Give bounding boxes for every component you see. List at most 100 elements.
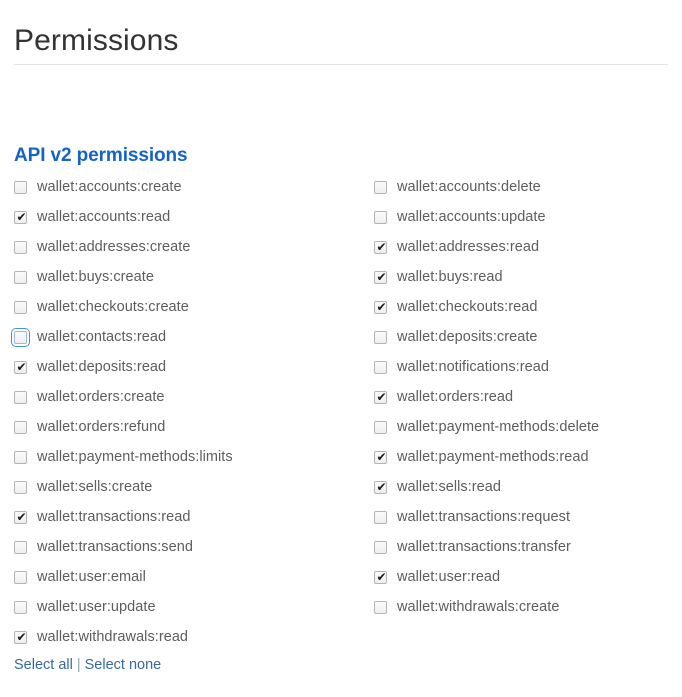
permission-label[interactable]: wallet:deposits:create xyxy=(397,328,538,346)
permission-checkbox[interactable]: ✔ xyxy=(374,240,387,254)
permission-row[interactable]: ✔ wallet:sells:create xyxy=(14,472,364,502)
permission-row[interactable]: ✔ wallet:transactions:transfer xyxy=(374,532,674,562)
permission-row[interactable]: ✔ wallet:buys:read xyxy=(374,262,674,292)
permission-label[interactable]: wallet:checkouts:read xyxy=(397,298,538,316)
permission-row[interactable]: ✔ wallet:accounts:delete xyxy=(374,172,674,202)
permission-row[interactable]: ✔ wallet:payment-methods:limits xyxy=(14,442,364,472)
permission-label[interactable]: wallet:accounts:create xyxy=(37,178,182,196)
permission-label[interactable]: wallet:withdrawals:read xyxy=(37,628,188,646)
permission-label[interactable]: wallet:addresses:read xyxy=(397,238,539,256)
permission-checkbox[interactable]: ✔ xyxy=(374,420,387,434)
permission-label[interactable]: wallet:withdrawals:create xyxy=(397,598,559,616)
permission-row[interactable]: ✔ wallet:orders:read xyxy=(374,382,674,412)
permission-checkbox[interactable]: ✔ xyxy=(14,420,27,434)
permission-label[interactable]: wallet:checkouts:create xyxy=(37,298,189,316)
permission-checkbox[interactable]: ✔ xyxy=(14,300,27,314)
permission-checkbox[interactable]: ✔ xyxy=(374,270,387,284)
permission-checkbox[interactable]: ✔ xyxy=(14,510,27,524)
permission-row[interactable]: ✔ wallet:accounts:create xyxy=(14,172,364,202)
section-heading-api-v2-permissions: API v2 permissions xyxy=(14,144,188,166)
permission-checkbox[interactable]: ✔ xyxy=(374,300,387,314)
permission-row[interactable]: ✔ wallet:transactions:read xyxy=(14,502,364,532)
permission-label[interactable]: wallet:accounts:read xyxy=(37,208,170,226)
permission-row[interactable]: ✔ wallet:transactions:send xyxy=(14,532,364,562)
permission-checkbox[interactable]: ✔ xyxy=(14,540,27,554)
permission-row[interactable]: ✔ wallet:user:read xyxy=(374,562,674,592)
permission-label[interactable]: wallet:buys:read xyxy=(397,268,503,286)
permission-checkbox[interactable]: ✔ xyxy=(374,480,387,494)
permission-row[interactable]: ✔ wallet:sells:read xyxy=(374,472,674,502)
permission-checkbox[interactable]: ✔ xyxy=(14,240,27,254)
permission-checkbox[interactable]: ✔ xyxy=(374,390,387,404)
permission-row[interactable]: ✔ wallet:orders:refund xyxy=(14,412,364,442)
permission-label[interactable]: wallet:transactions:send xyxy=(37,538,193,556)
permission-label[interactable]: wallet:buys:create xyxy=(37,268,154,286)
permission-label[interactable]: wallet:addresses:create xyxy=(37,238,190,256)
permission-checkbox[interactable]: ✔ xyxy=(14,570,27,584)
permission-label[interactable]: wallet:notifications:read xyxy=(397,358,549,376)
permission-label[interactable]: wallet:user:read xyxy=(397,568,500,586)
permission-label[interactable]: wallet:sells:read xyxy=(397,478,501,496)
permission-row[interactable]: ✔ wallet:addresses:create xyxy=(14,232,364,262)
permission-row[interactable]: ✔ wallet:checkouts:create xyxy=(14,292,364,322)
permission-checkbox[interactable]: ✔ xyxy=(14,600,27,614)
permission-row[interactable]: ✔ wallet:transactions:request xyxy=(374,502,674,532)
permission-row[interactable]: ✔ wallet:notifications:read xyxy=(374,352,674,382)
permission-row[interactable]: ✔ wallet:payment-methods:read xyxy=(374,442,674,472)
permission-label[interactable]: wallet:contacts:read xyxy=(37,328,166,346)
link-separator: | xyxy=(76,657,81,673)
permission-label[interactable]: wallet:user:email xyxy=(37,568,146,586)
permission-checkbox[interactable]: ✔ xyxy=(14,629,27,644)
permission-label[interactable]: wallet:transactions:read xyxy=(37,508,191,526)
permission-checkbox[interactable]: ✔ xyxy=(374,180,387,194)
permission-checkbox[interactable]: ✔ xyxy=(374,210,387,224)
permission-row[interactable]: ✔ wallet:orders:create xyxy=(14,382,364,412)
permission-checkbox[interactable]: ✔ xyxy=(374,540,387,554)
permission-row[interactable]: ✔ wallet:addresses:read xyxy=(374,232,674,262)
permission-checkbox[interactable]: ✔ xyxy=(14,480,27,494)
permission-checkbox[interactable]: ✔ xyxy=(14,390,27,404)
permission-checkbox[interactable]: ✔ xyxy=(14,270,27,284)
permission-row[interactable]: ✔ wallet:payment-methods:delete xyxy=(374,412,674,442)
permission-checkbox[interactable]: ✔ xyxy=(14,180,27,194)
select-none-link[interactable]: Select none xyxy=(85,657,162,673)
checkmark-icon: ✔ xyxy=(16,629,27,644)
permission-checkbox[interactable]: ✔ xyxy=(11,327,30,347)
permission-label[interactable]: wallet:sells:create xyxy=(37,478,152,496)
permission-checkbox[interactable]: ✔ xyxy=(14,450,27,464)
permission-label[interactable]: wallet:deposits:read xyxy=(37,358,166,376)
permission-row[interactable]: ✔ wallet:contacts:read xyxy=(11,322,364,352)
permission-row[interactable]: ✔ wallet:user:update xyxy=(14,592,364,622)
permission-checkbox[interactable]: ✔ xyxy=(14,210,27,224)
permission-label[interactable]: wallet:transactions:request xyxy=(397,508,570,526)
permission-checkbox[interactable]: ✔ xyxy=(14,360,27,374)
permission-checkbox[interactable]: ✔ xyxy=(374,450,387,464)
permission-row[interactable]: ✔ wallet:checkouts:read xyxy=(374,292,674,322)
permission-checkbox[interactable]: ✔ xyxy=(374,330,387,344)
permission-row[interactable]: ✔ wallet:user:email xyxy=(14,562,364,592)
permission-checkbox[interactable]: ✔ xyxy=(374,360,387,374)
permission-label[interactable]: wallet:accounts:delete xyxy=(397,178,541,196)
select-all-link[interactable]: Select all xyxy=(14,657,73,673)
permission-row[interactable]: ✔ wallet:accounts:read xyxy=(14,202,364,232)
permission-label[interactable]: wallet:transactions:transfer xyxy=(397,538,571,556)
permission-label[interactable]: wallet:accounts:update xyxy=(397,208,546,226)
checkmark-icon: ✔ xyxy=(376,569,387,584)
permission-row[interactable]: ✔ wallet:buys:create xyxy=(14,262,364,292)
permission-label[interactable]: wallet:orders:create xyxy=(37,388,165,406)
permission-checkbox[interactable]: ✔ xyxy=(374,510,387,524)
permission-checkbox[interactable]: ✔ xyxy=(374,600,387,614)
permission-checkbox[interactable]: ✔ xyxy=(374,569,387,584)
permission-label[interactable]: wallet:payment-methods:limits xyxy=(37,448,233,466)
permission-row[interactable]: ✔ wallet:accounts:update xyxy=(374,202,674,232)
permission-row[interactable]: ✔ wallet:withdrawals:read xyxy=(14,622,364,652)
permission-row[interactable]: ✔ wallet:withdrawals:create xyxy=(374,592,674,622)
permissions-column-left: ✔ wallet:accounts:create ✔ wallet:accounts:… xyxy=(11,172,364,652)
permission-row[interactable]: ✔ wallet:deposits:read xyxy=(14,352,364,382)
permission-label[interactable]: wallet:payment-methods:delete xyxy=(397,418,599,436)
permission-row[interactable]: ✔ wallet:deposits:create xyxy=(374,322,674,352)
permission-label[interactable]: wallet:payment-methods:read xyxy=(397,448,589,466)
permission-label[interactable]: wallet:user:update xyxy=(37,598,156,616)
permission-label[interactable]: wallet:orders:refund xyxy=(37,418,165,436)
permission-label[interactable]: wallet:orders:read xyxy=(397,388,513,406)
